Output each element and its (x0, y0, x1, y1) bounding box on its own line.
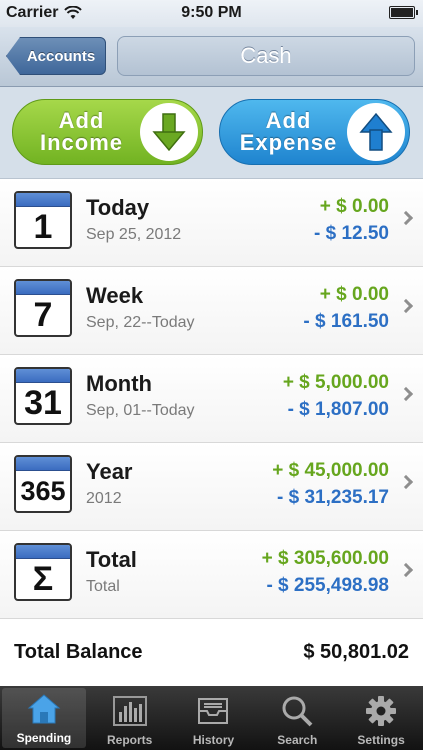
navigation-bar: Accounts Cash (0, 27, 423, 87)
add-expense-button[interactable]: Add Expense (219, 99, 410, 165)
down-arrow-icon (140, 103, 198, 161)
row-title: Year (86, 459, 133, 484)
add-income-button[interactable]: Add Income (12, 99, 203, 165)
page-title: Cash (117, 36, 415, 76)
chevron-right-icon (398, 474, 414, 490)
battery-icon (389, 6, 418, 19)
expense-amount: - $ 12.50 (314, 223, 389, 244)
income-amount: + $ 0.00 (319, 196, 389, 217)
row-today[interactable]: 1 Today Sep 25, 2012 + $ 0.00 - $ 12.50 (0, 179, 423, 267)
calendar-icon: 365 (14, 455, 72, 513)
income-amount: + $ 305,600.00 (261, 548, 389, 569)
tab-search[interactable]: Search (255, 686, 339, 750)
action-area: Add Income Add Expense (0, 87, 423, 179)
magnifier-icon (277, 692, 317, 730)
row-week[interactable]: 7 Week Sep, 22--Today + $ 0.00 - $ 161.5… (0, 267, 423, 355)
accounts-back-button[interactable]: Accounts (6, 37, 106, 75)
house-icon (24, 690, 64, 728)
row-title: Month (86, 371, 152, 396)
chevron-right-icon (398, 562, 414, 578)
row-date-range: Sep, 01--Today (86, 402, 195, 419)
add-income-label: Add Income (39, 108, 124, 155)
inbox-tray-icon (193, 692, 233, 730)
up-arrow-icon (347, 103, 405, 161)
tab-settings[interactable]: Settings (339, 686, 423, 750)
row-title: Week (86, 283, 144, 308)
row-date-range: Sep, 22--Today (86, 314, 195, 331)
total-balance-value: $ 50,801.02 (303, 641, 409, 663)
income-amount: + $ 45,000.00 (272, 460, 389, 481)
chevron-right-icon (398, 386, 414, 402)
row-month[interactable]: 31 Month Sep, 01--Today + $ 5,000.00 - $… (0, 355, 423, 443)
status-time: 9:50 PM (181, 4, 242, 21)
income-amount: + $ 0.00 (319, 284, 389, 305)
row-date-range: Sep 25, 2012 (86, 226, 182, 243)
bar-chart-icon (110, 692, 150, 730)
row-title: Total (86, 547, 137, 572)
row-title: Today (86, 195, 150, 220)
row-date-range: 2012 (86, 490, 122, 507)
tab-reports[interactable]: Reports (88, 686, 172, 750)
gear-icon (361, 692, 401, 730)
calendar-icon: 7 (14, 279, 72, 337)
row-total[interactable]: Σ Total Total + $ 305,600.00 - $ 255,498… (0, 531, 423, 619)
tab-label: Search (277, 733, 318, 747)
expense-amount: - $ 31,235.17 (277, 487, 389, 508)
add-expense-label: Add Expense (239, 108, 338, 155)
expense-amount: - $ 255,498.98 (266, 575, 389, 596)
tab-label: Settings (357, 733, 405, 747)
sigma-icon: Σ (14, 543, 72, 601)
row-year[interactable]: 365 Year 2012 + $ 45,000.00 - $ 31,235.1… (0, 443, 423, 531)
tab-label: Reports (107, 733, 153, 747)
calendar-icon: 1 (14, 191, 72, 249)
row-date-range: Total (86, 578, 120, 595)
total-balance-bar: Total Balance $ 50,801.02 (0, 619, 423, 686)
income-amount: + $ 5,000.00 (282, 372, 389, 393)
tab-bar: Spending Reports History Search Settings (0, 686, 423, 750)
chevron-right-icon (398, 210, 414, 226)
total-balance-label: Total Balance (14, 641, 143, 663)
expense-amount: - $ 1,807.00 (287, 399, 389, 420)
tab-label: Spending (16, 731, 72, 745)
chevron-right-icon (398, 298, 414, 314)
tab-history[interactable]: History (172, 686, 256, 750)
expense-amount: - $ 161.50 (303, 311, 389, 332)
status-bar: Carrier 9:50 PM (0, 0, 423, 27)
period-summary-list: 1 Today Sep 25, 2012 + $ 0.00 - $ 12.50 … (0, 179, 423, 619)
tab-label: History (192, 733, 235, 747)
tab-spending[interactable]: Spending (2, 688, 86, 748)
calendar-icon: 31 (14, 367, 72, 425)
